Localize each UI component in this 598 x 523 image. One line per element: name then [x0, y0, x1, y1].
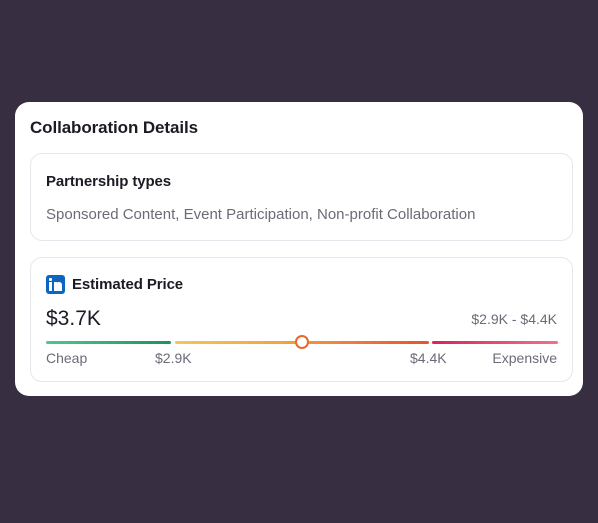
price-marker [295, 335, 309, 349]
collaboration-details-card: Collaboration Details Partnership types … [15, 102, 583, 396]
expensive-label: Expensive [492, 350, 557, 366]
range-max-label: $4.4K [410, 350, 447, 366]
range-min-label: $2.9K [155, 350, 192, 366]
price-range: $2.9K - $4.4K [471, 311, 557, 327]
partnership-types-heading: Partnership types [46, 173, 172, 190]
linkedin-icon [46, 275, 65, 294]
estimated-price-panel: Estimated Price $3.7K $2.9K - $4.4K Chea… [30, 257, 573, 382]
partnership-types-value: Sponsored Content, Event Participation, … [46, 206, 476, 223]
cheap-label: Cheap [46, 350, 88, 366]
card-title: Collaboration Details [30, 118, 198, 137]
expensive-segment [432, 341, 558, 344]
partnership-types-panel: Partnership types Sponsored Content, Eve… [30, 153, 573, 241]
estimated-price-value: $3.7K [46, 307, 101, 330]
cheap-segment [46, 341, 171, 344]
estimated-price-heading: Estimated Price [72, 276, 184, 293]
